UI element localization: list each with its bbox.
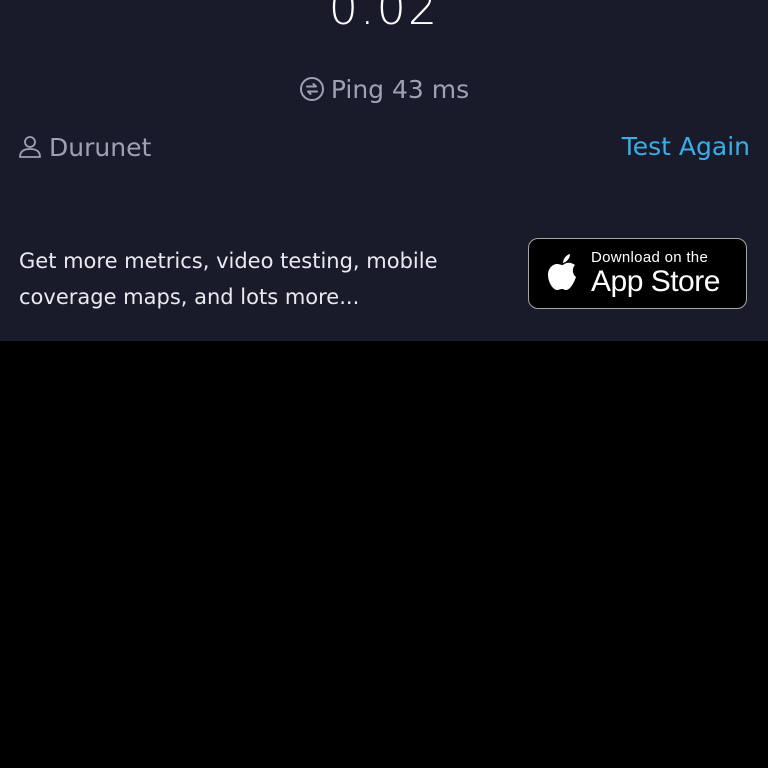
badge-large-text: App Store bbox=[591, 265, 720, 298]
user-icon bbox=[18, 135, 42, 159]
provider-row: Durunet bbox=[18, 129, 151, 165]
ping-row: Ping 43 ms bbox=[0, 72, 768, 106]
result-panel: 0.02 Ping 43 ms Durunet Test Again Get m… bbox=[0, 0, 768, 341]
screen: 0.02 Ping 43 ms Durunet Test Again Get m… bbox=[0, 0, 768, 768]
empty-area bbox=[0, 341, 768, 768]
badge-small-text: Download on the bbox=[591, 249, 709, 266]
apple-logo-icon bbox=[545, 252, 581, 296]
ping-value: 43 bbox=[391, 74, 424, 104]
app-store-badge-text: Download on the App Store bbox=[591, 249, 720, 298]
test-again-button[interactable]: Test Again bbox=[622, 129, 750, 165]
ping-unit: ms bbox=[431, 74, 470, 104]
ping-icon bbox=[299, 76, 325, 102]
ping-label: Ping bbox=[330, 74, 385, 104]
promo-text: Get more metrics, video testing, mobile … bbox=[19, 249, 438, 309]
app-store-badge[interactable]: Download on the App Store bbox=[528, 238, 747, 309]
speed-value: 0.02 bbox=[328, 0, 440, 35]
provider-name: Durunet bbox=[49, 132, 152, 162]
